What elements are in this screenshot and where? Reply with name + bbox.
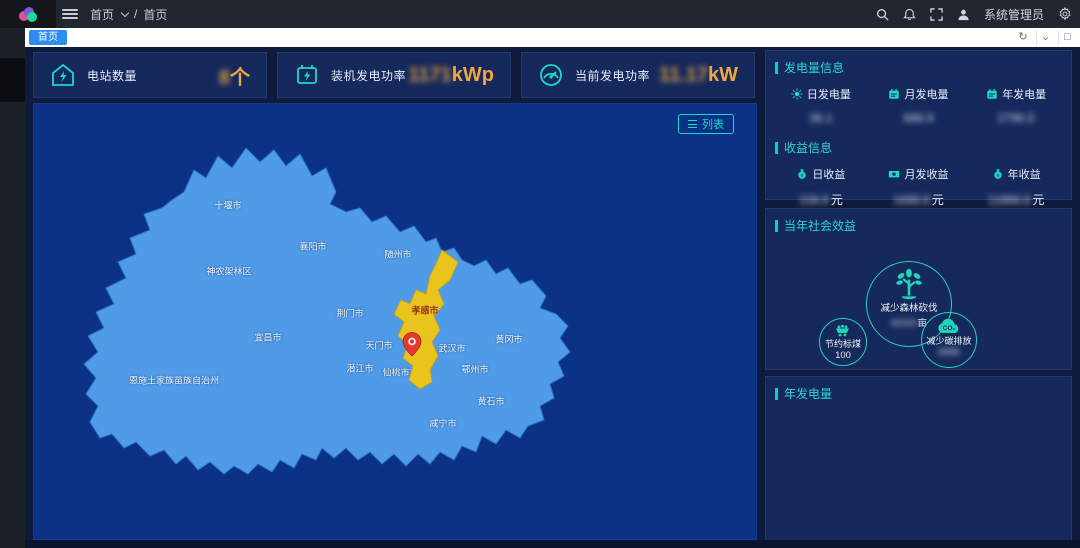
list-icon <box>688 120 697 128</box>
header-actions: 系统管理员 <box>876 0 1072 28</box>
stat-card-station-count: 电站数量 8个 <box>33 52 267 98</box>
generation-income-panel: 发电量信息 日发电量 36.1 月发电量 688.9 <box>765 50 1072 200</box>
circle-coal-saved: 节约标煤 100 <box>819 318 867 366</box>
stat-label: 装机发电功率 <box>331 67 406 84</box>
section-title-annual: 年发电量 <box>766 377 1071 402</box>
list-button-label: 列表 <box>702 116 724 132</box>
tab-bar-tools: ↻ ⌄ □ <box>1014 28 1076 47</box>
logo-icon <box>18 6 38 22</box>
breadcrumb-current[interactable]: 首页 <box>143 6 167 23</box>
house-power-icon <box>48 60 78 90</box>
svg-text:CO₂: CO₂ <box>943 325 956 332</box>
stat-value: 1171kWp <box>408 64 494 87</box>
accent-bar <box>775 62 778 74</box>
map-city-label[interactable]: 咸宁市 <box>429 417 456 430</box>
annual-chart-placeholder <box>766 402 1071 532</box>
calendar-icon <box>986 88 998 100</box>
province-map-panel: 十堰市襄阳市随州市神农架林区荆门市宜昌市 孝感市天门市 武汉市 黄冈市潜江市仙桃市 鄂州… <box>33 103 757 540</box>
menu-toggle-icon[interactable] <box>62 7 78 21</box>
accent-bar <box>775 388 778 400</box>
map-city-label[interactable]: 孝感市 <box>411 304 438 317</box>
chevron-down-icon[interactable]: ⌄ <box>1036 30 1054 45</box>
main-content: 电站数量 8个 装机发电功率 1171kWp 当前发电功率 11.17kW <box>25 47 1080 548</box>
gear-icon[interactable] <box>1058 7 1072 21</box>
stat-label: 当前发电功率 <box>575 67 650 84</box>
chevron-down-icon <box>121 8 129 16</box>
stat-yearly-generation: 年发电量 2796.5 <box>974 86 1058 125</box>
map-city-label[interactable]: 潜江市 <box>346 362 373 375</box>
social-circles: 减少森林砍伐 80000亩 节约标煤 100 CO₂ <box>766 234 1071 364</box>
tree-icon <box>894 268 924 300</box>
list-button[interactable]: 列表 <box>678 114 734 134</box>
map-city-label[interactable]: 宜昌市 <box>254 331 281 344</box>
map-city-label[interactable]: 荆门市 <box>336 307 363 320</box>
fullscreen-toggle-icon[interactable]: □ <box>1058 30 1076 45</box>
income-stats: ¥ 日收益 158.8元 月发收益 1688.8元 ¥ 年收益 <box>766 156 1071 208</box>
stat-label: 电站数量 <box>87 67 137 84</box>
user-icon[interactable] <box>957 8 970 21</box>
dashboard-page: 首页 / 首页 系统管理员 首页 ↻ ⌄ □ 电站数量 <box>0 0 1080 548</box>
sidebar-active-item[interactable] <box>0 58 25 102</box>
tab-home[interactable]: 首页 <box>29 30 67 45</box>
bottom-strip <box>25 540 1080 548</box>
map-city-label[interactable]: 十堰市 <box>214 199 241 212</box>
stat-monthly-income: 月发收益 1688.8元 <box>876 166 960 208</box>
hubei-map[interactable] <box>34 104 757 540</box>
stat-daily-generation: 日发电量 36.1 <box>779 86 863 125</box>
search-icon[interactable] <box>876 8 889 21</box>
stat-value: 8个 <box>219 61 250 90</box>
breadcrumb-separator: / <box>134 7 137 21</box>
accent-bar <box>775 220 778 232</box>
calendar-icon <box>888 88 900 100</box>
map-city-label[interactable]: 神农架林区 <box>206 265 251 278</box>
map-city-label[interactable]: 黄冈市 <box>495 333 522 346</box>
stat-value: 11.17kW <box>659 64 738 87</box>
solar-panel-icon <box>292 60 322 90</box>
map-city-label[interactable]: 天门市 <box>365 339 392 352</box>
bell-icon[interactable] <box>903 8 916 21</box>
stat-daily-income: ¥ 日收益 158.8元 <box>779 166 863 208</box>
map-city-label[interactable]: 武汉市 <box>438 342 465 355</box>
map-city-label[interactable]: 恩施土家族苗族自治州 <box>129 374 219 387</box>
sun-icon <box>791 88 803 100</box>
app-logo[interactable] <box>0 0 56 28</box>
co2-cloud-icon: CO₂ <box>937 318 961 334</box>
username[interactable]: 系统管理员 <box>984 6 1044 23</box>
money-bag-icon: ¥ <box>992 168 1004 180</box>
svg-text:¥: ¥ <box>801 173 804 179</box>
breadcrumb: 首页 / 首页 <box>90 0 167 28</box>
generation-stats: 日发电量 36.1 月发电量 688.9 年发电量 279 <box>766 76 1071 125</box>
coal-cart-icon <box>834 324 852 337</box>
collapsed-sidebar[interactable] <box>0 28 25 548</box>
tab-bar: 首页 <box>25 28 1080 47</box>
map-city-label[interactable]: 仙桃市 <box>382 366 409 379</box>
annual-generation-panel: 年发电量 <box>765 376 1072 543</box>
stat-monthly-generation: 月发电量 688.9 <box>876 86 960 125</box>
map-city-label[interactable]: 鄂州市 <box>461 363 488 376</box>
refresh-icon[interactable]: ↻ <box>1014 30 1032 45</box>
social-benefit-panel: 当年社会效益 减少森林砍伐 8000 <box>765 208 1072 370</box>
section-title-social: 当年社会效益 <box>766 209 1071 234</box>
svg-text:¥: ¥ <box>996 173 999 179</box>
map-city-label[interactable]: 黄石市 <box>477 395 504 408</box>
map-city-label[interactable]: 襄阳市 <box>299 240 326 253</box>
banknote-icon <box>888 168 900 180</box>
accent-bar <box>775 142 778 154</box>
province-shape <box>84 148 570 474</box>
gauge-icon <box>536 60 566 90</box>
money-bag-icon: ¥ <box>796 168 808 180</box>
circle-co2-reduced: CO₂ 减少碳排放 8888 <box>921 312 977 368</box>
stat-card-current-power: 当前发电功率 11.17kW <box>521 52 755 98</box>
stat-yearly-income: ¥ 年收益 11888.8元 <box>974 166 1058 208</box>
top-header: 首页 / 首页 系统管理员 <box>0 0 1080 28</box>
map-city-label[interactable]: 随州市 <box>384 248 411 261</box>
section-title-generation: 发电量信息 <box>766 51 1071 76</box>
fullscreen-icon[interactable] <box>930 8 943 21</box>
breadcrumb-root[interactable]: 首页 <box>90 6 114 23</box>
section-title-income: 收益信息 <box>766 125 1071 156</box>
stat-card-installed-power: 装机发电功率 1171kWp <box>277 52 511 98</box>
